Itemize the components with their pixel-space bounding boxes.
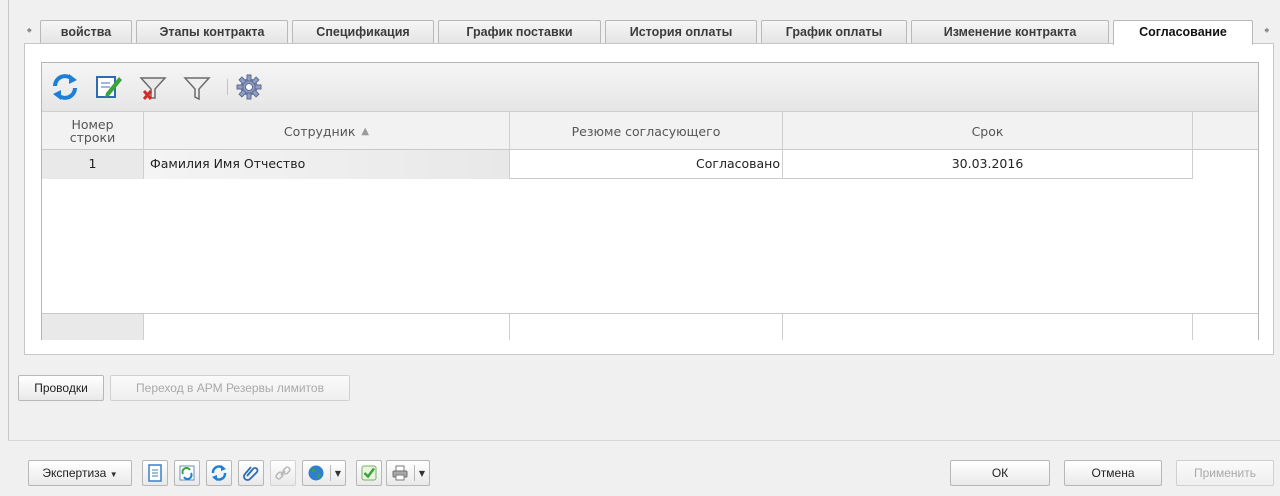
summary-cell [510, 314, 783, 340]
chevron-down-icon: ▼ [418, 468, 426, 478]
footer-divider [8, 440, 1280, 441]
tab-contract-change[interactable]: Изменение контракта [911, 20, 1109, 44]
edit-icon [96, 76, 122, 98]
column-header-label: Срок [971, 123, 1004, 139]
tab-approval[interactable]: Согласование [1113, 20, 1253, 45]
arrow-left-icon: 🠸 [26, 24, 32, 37]
tab-panel-approval: Номер строки Сотрудник ▲︎ Резюме согласу… [24, 43, 1274, 355]
settings-button[interactable] [234, 71, 264, 103]
expertise-label: Экспертиза [42, 466, 107, 480]
filter-button[interactable] [182, 71, 212, 103]
link-button[interactable] [270, 460, 296, 486]
chevron-down-icon: ▼ [334, 468, 342, 478]
column-header-summary[interactable]: Резюме согласующего [510, 112, 783, 150]
tab-contract-stages[interactable]: Этапы контракта [136, 20, 288, 44]
summary-cell [144, 314, 510, 340]
document-icon [148, 464, 162, 482]
column-header-label: Сотрудник [283, 123, 356, 139]
clear-filter-button[interactable] [138, 71, 168, 103]
tab-strip: 🠸 войства Этапы контракта Спецификация Г… [26, 18, 1274, 45]
grid-toolbar [42, 63, 1258, 112]
grid-summary-row [42, 313, 1258, 340]
summary-cell [783, 314, 1193, 340]
sort-icon: ▲︎ [361, 125, 370, 137]
arrow-right-icon: 🠺 [1264, 24, 1270, 37]
globe-dropdown-arrow[interactable]: ▼ [331, 461, 345, 485]
globe-icon [308, 465, 324, 481]
expertise-dropdown[interactable]: Экспертиза ▼ [28, 460, 132, 486]
table-row[interactable]: 1 Фамилия Имя Отчество Согласовано 30.03… [42, 150, 1193, 179]
print-dropdown-arrow[interactable]: ▼ [415, 461, 429, 485]
postings-button[interactable]: Проводки [18, 375, 104, 401]
tab-payment-schedule[interactable]: График оплаты [761, 20, 907, 44]
goto-arm-reserves-button[interactable]: Переход в АРМ Резервы лимитов [110, 375, 350, 401]
check-icon [361, 465, 377, 481]
cell-row-number: 1 [42, 150, 144, 179]
settings-gear-icon [236, 74, 262, 100]
cell-term[interactable]: 30.03.2016 [783, 150, 1193, 179]
approval-grid: Номер строки Сотрудник ▲︎ Резюме согласу… [41, 62, 1259, 340]
window-left-border [8, 0, 9, 440]
print-button-part[interactable] [387, 461, 413, 485]
summary-cell [42, 314, 144, 340]
refresh-icon [211, 465, 227, 481]
attach-button[interactable] [238, 460, 264, 486]
link-icon [275, 466, 291, 480]
tab-scroll-right-button[interactable]: 🠺 [1260, 20, 1274, 42]
column-header-label: Номер строки [69, 117, 116, 145]
print-icon [392, 465, 408, 481]
check-button[interactable] [356, 460, 382, 486]
refresh-icon [53, 74, 77, 100]
refresh-button-footer[interactable] [206, 460, 232, 486]
cell-employee[interactable]: Фамилия Имя Отчество [144, 150, 510, 179]
grid-header-row: Номер строки Сотрудник ▲︎ Резюме согласу… [42, 112, 1258, 150]
tab-delivery-schedule[interactable]: График поставки [438, 20, 601, 44]
toolbar-separator [227, 79, 228, 95]
print-dropdown-button[interactable]: ▼ [386, 460, 430, 486]
cancel-button[interactable]: Отмена [1064, 460, 1162, 486]
column-header-label: Резюме согласующего [571, 123, 721, 139]
column-header-term[interactable]: Срок [783, 112, 1193, 150]
tab-properties[interactable]: войства [40, 20, 132, 44]
refresh-button[interactable] [50, 71, 80, 103]
clear-filter-icon [139, 77, 167, 100]
column-header-row-number[interactable]: Номер строки [42, 112, 144, 150]
chevron-down-icon: ▼ [109, 470, 118, 479]
tab-scroll-left-button[interactable]: 🠸 [22, 20, 36, 42]
apply-button[interactable]: Применить [1176, 460, 1274, 486]
cell-summary[interactable]: Согласовано [510, 150, 783, 179]
recycle-button[interactable] [174, 460, 200, 486]
globe-dropdown-button[interactable]: ▼ [302, 460, 346, 486]
tab-payment-history[interactable]: История оплаты [605, 20, 757, 44]
ok-button[interactable]: ОК [950, 460, 1050, 486]
document-button[interactable] [142, 460, 168, 486]
tab-specification[interactable]: Спецификация [292, 20, 434, 44]
column-header-employee[interactable]: Сотрудник ▲︎ [144, 112, 510, 150]
filter-icon [183, 77, 211, 101]
attach-icon [243, 466, 259, 481]
recycle-icon [179, 465, 195, 481]
edit-button[interactable] [94, 71, 124, 103]
globe-button-part[interactable] [303, 461, 329, 485]
